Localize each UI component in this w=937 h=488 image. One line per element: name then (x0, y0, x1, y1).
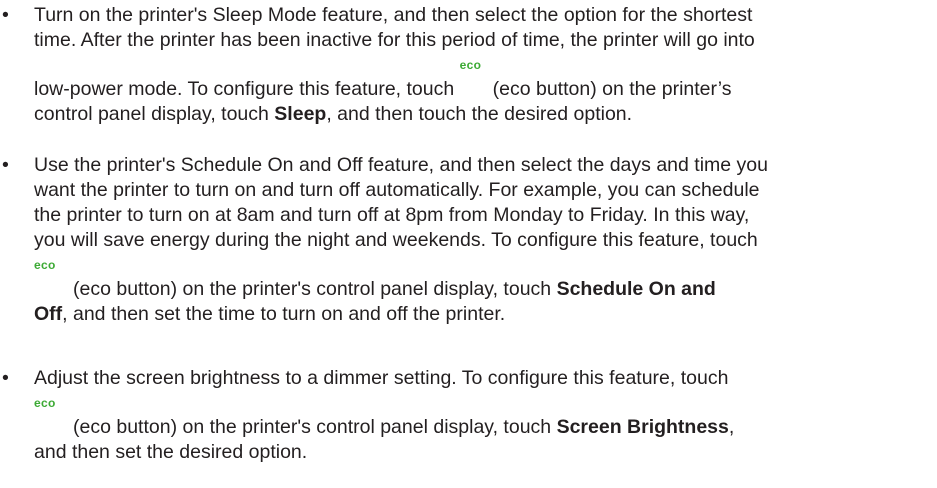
text-line: low-power mode. To configure this featur… (34, 53, 902, 102)
text-line: Adjust the screen brightness to a dimmer… (34, 367, 729, 389)
bullet-marker: • (2, 367, 9, 389)
bold-term: Off (34, 303, 63, 325)
text-run: , (728, 416, 735, 438)
bold-term: Sleep (274, 103, 327, 125)
bullet-marker: • (2, 154, 9, 176)
text-run: (eco button) on the printer's control pa… (67, 416, 557, 438)
text-line: time. After the printer has been inactiv… (34, 29, 755, 51)
eco-icon: eco (34, 396, 56, 410)
bullet-marker: • (2, 4, 9, 26)
text-line: Off, and then set the time to turn on an… (34, 302, 902, 327)
paragraph: Turn on the printer's Sleep Mode feature… (34, 3, 902, 127)
text-run: (eco button) on the printer's control pa… (67, 278, 557, 300)
bold-term: Schedule On and (556, 278, 716, 300)
bold-term: Screen Brightness (556, 416, 729, 438)
text-run: , and then touch the desired option. (326, 103, 633, 125)
text-line: Use the printer's Schedule On and Off fe… (34, 154, 768, 176)
text-line: you will save energy during the night an… (34, 229, 758, 251)
text-line: want the printer to turn on and turn off… (34, 179, 760, 201)
eco-icon: eco (34, 258, 56, 272)
eco-icon: eco (459, 58, 482, 72)
text-run: low-power mode. To configure this featur… (34, 78, 460, 100)
text-line: control panel display, touch Sleep, and … (34, 102, 902, 127)
text-line: the printer to turn on at 8am and turn o… (34, 204, 750, 226)
text-line: eco (eco button) on the printer's contro… (34, 391, 902, 440)
document-page: • Turn on the printer's Sleep Mode featu… (0, 0, 937, 488)
text-run: , and then set the time to turn on and o… (62, 303, 506, 325)
text-line: eco (eco button) on the printer's contro… (34, 253, 902, 302)
text-line: Turn on the printer's Sleep Mode feature… (34, 4, 753, 26)
paragraph: Use the printer's Schedule On and Off fe… (34, 153, 902, 327)
text-run: control panel display, touch (34, 103, 275, 125)
text-run: (eco button) on the printer’s (487, 78, 732, 100)
paragraph: Adjust the screen brightness to a dimmer… (34, 366, 902, 465)
text-line: and then set the desired option. (34, 441, 308, 463)
